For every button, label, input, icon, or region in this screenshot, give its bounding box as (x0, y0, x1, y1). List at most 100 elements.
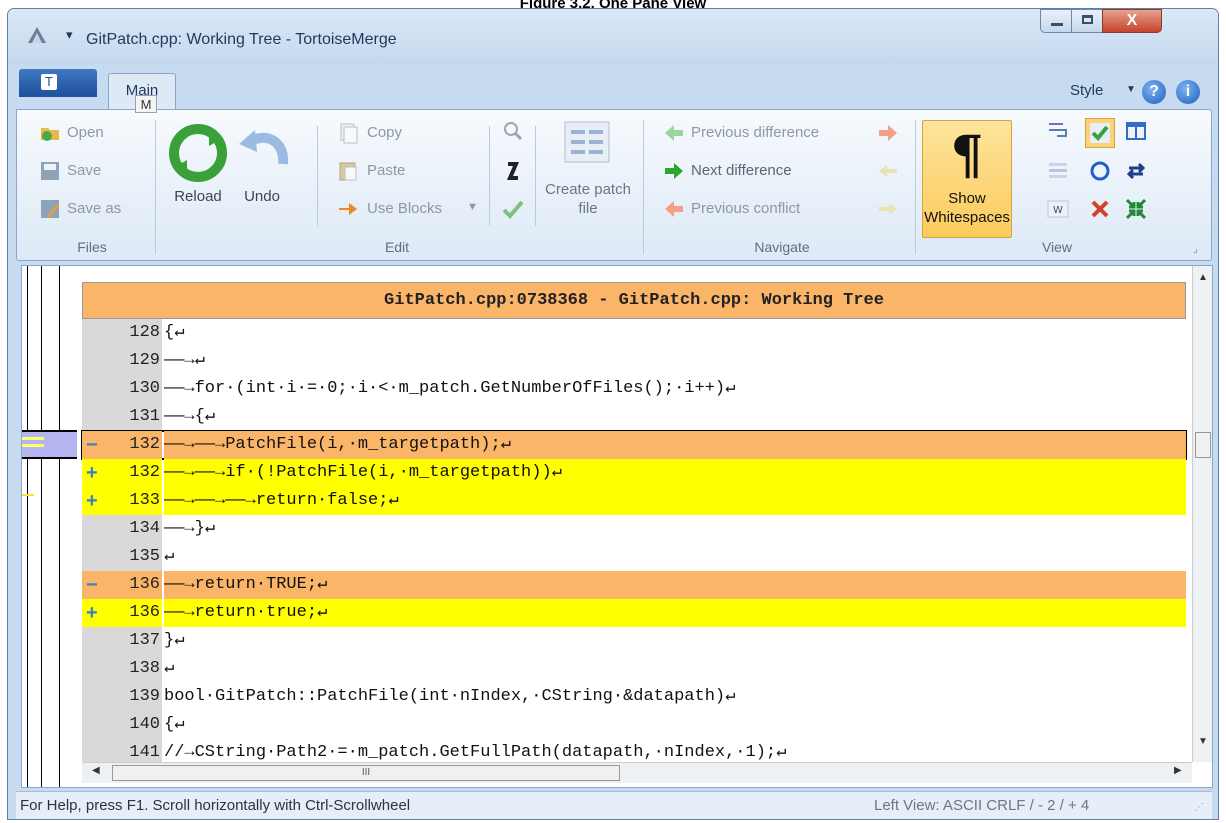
code-line[interactable]: 128 {↵ (82, 319, 1186, 347)
group-separator (915, 120, 916, 254)
horizontal-scrollbar[interactable]: ◀ III ▶ (82, 762, 1192, 783)
save-button[interactable]: Save (67, 162, 101, 179)
previous-difference-button[interactable]: Previous difference (691, 124, 819, 141)
line-text[interactable]: {↵ (164, 711, 1186, 739)
info-icon[interactable]: i (1176, 80, 1200, 104)
vertical-scrollbar[interactable]: ▲ ▼ (1192, 266, 1212, 762)
inline-diff-icon[interactable] (1047, 160, 1069, 182)
vertical-scroll-thumb[interactable] (1195, 432, 1211, 458)
mark-done-icon[interactable] (502, 198, 524, 220)
code-line[interactable]: 130 ——→for·(int·i·=·0;·i·<·m_patch.GetNum… (82, 375, 1186, 403)
line-text[interactable]: ↵ (164, 543, 1186, 571)
paste-button[interactable]: Paste (367, 162, 405, 179)
minimize-icon (1051, 23, 1063, 26)
use-blocks-button[interactable]: Use Blocks (367, 200, 442, 217)
locator-divider (27, 266, 28, 787)
help-icon[interactable]: ? (1142, 80, 1166, 104)
application-menu-button[interactable]: T (19, 69, 97, 97)
code-line[interactable]: 136 ——→return·true;↵ + (82, 599, 1186, 627)
line-number: 129 (129, 351, 160, 370)
line-text[interactable]: ——→{↵ (164, 403, 1186, 431)
files-group-label: Files (77, 239, 107, 255)
code-line[interactable]: 135 ↵ (82, 543, 1186, 571)
copy-icon (340, 123, 358, 144)
app-button-glyph: T (41, 74, 57, 90)
code-line[interactable]: 140 {↵ (82, 711, 1186, 739)
line-text[interactable]: ↵ (164, 655, 1186, 683)
code-line[interactable]: 131 ——→{↵ (82, 403, 1186, 431)
swap-views-icon[interactable] (1125, 160, 1147, 182)
line-text[interactable]: ——→↵ (164, 347, 1186, 375)
undo-button[interactable]: Undo (233, 188, 291, 205)
code-line[interactable]: 133 ——→——→——→return·false;↵ + (82, 487, 1186, 515)
app-icon[interactable] (24, 23, 50, 49)
next-inline-diff-icon[interactable] (877, 198, 899, 220)
code-line[interactable]: 134 ——→}↵ (82, 515, 1186, 543)
editor-pane[interactable]: GitPatch.cpp:0738368 - GitPatch.cpp: Wor… (21, 265, 1213, 788)
copy-button[interactable]: Copy (367, 124, 402, 141)
search-icon[interactable] (502, 120, 524, 142)
create-patch-icon[interactable] (563, 120, 611, 164)
line-text[interactable]: ——→return·true;↵ (164, 599, 1186, 627)
one-pane-view-icon[interactable] (1125, 120, 1147, 142)
line-text[interactable]: ——→return·TRUE;↵ (164, 571, 1186, 599)
horizontal-scroll-thumb[interactable]: III (112, 765, 620, 781)
open-button[interactable]: Open (67, 124, 104, 141)
line-number: 131 (129, 407, 160, 426)
line-text[interactable]: bool·GitPatch::PatchFile(int·nIndex,·CSt… (164, 683, 1186, 711)
line-number: 134 (129, 519, 160, 538)
reload-button[interactable]: Reload (165, 188, 231, 205)
ribbon-panel: Open Save Save as Files Reload Undo Copy… (16, 109, 1212, 261)
wrap-lines-icon[interactable] (1047, 120, 1069, 142)
close-button[interactable]: X (1102, 9, 1162, 33)
previous-conflict-button[interactable]: Previous conflict (691, 200, 800, 217)
checkmark-toggle-button[interactable] (1085, 118, 1115, 148)
next-difference-button[interactable]: Next difference (691, 162, 792, 179)
reload-icon[interactable] (169, 124, 227, 182)
open-folder-icon (41, 128, 59, 141)
previous-conflict-arrow-icon (665, 201, 683, 217)
diff-locator-bar[interactable] (22, 266, 77, 787)
circle-icon[interactable] (1089, 160, 1111, 182)
dialog-launcher-icon[interactable]: ⌟ (1193, 244, 1198, 255)
scroll-up-icon[interactable]: ▲ (1193, 272, 1212, 283)
pane-header: GitPatch.cpp:0738368 - GitPatch.cpp: Wor… (82, 282, 1186, 319)
create-patch-button[interactable]: Create patch file (545, 180, 631, 218)
minimize-button[interactable] (1040, 9, 1072, 33)
scroll-down-icon[interactable]: ▼ (1193, 736, 1212, 747)
goto-line-icon[interactable] (502, 160, 524, 182)
line-number: 135 (129, 547, 160, 566)
resize-grip-icon[interactable]: ⋰ (1194, 802, 1204, 813)
line-text[interactable]: ——→——→if·(!PatchFile(i,·m_targetpath))↵ (164, 459, 1186, 487)
style-dropdown-icon[interactable]: ▼ (1126, 84, 1136, 95)
scroll-left-icon[interactable]: ◀ (92, 765, 100, 776)
quick-access-dropdown-icon[interactable]: ▾ (66, 27, 73, 43)
scroll-right-icon[interactable]: ▶ (1174, 765, 1182, 776)
line-text[interactable]: ——→——→——→return·false;↵ (164, 487, 1186, 515)
use-blocks-dropdown-icon[interactable]: ▼ (467, 201, 478, 213)
code-line[interactable]: 132 ——→——→PatchFile(i,·m_targetpath);↵ − (81, 430, 1187, 460)
line-text[interactable]: {↵ (164, 319, 1186, 347)
code-line[interactable]: 139 bool·GitPatch::PatchFile(int·nIndex,·… (82, 683, 1186, 711)
check-icon (1090, 123, 1110, 143)
prev-inline-diff-icon[interactable] (877, 160, 899, 182)
show-whitespaces-button[interactable]: ¶ Show Whitespaces (922, 120, 1012, 238)
line-text[interactable]: ——→——→PatchFile(i,·m_targetpath);↵ (164, 431, 1186, 459)
line-text[interactable]: ——→}↵ (164, 515, 1186, 543)
line-text[interactable]: }↵ (164, 627, 1186, 655)
red-x-icon[interactable] (1089, 198, 1111, 220)
maximize-button[interactable] (1071, 9, 1103, 33)
next-conflict-arrow-icon[interactable] (877, 122, 899, 144)
save-as-button[interactable]: Save as (67, 200, 121, 217)
style-menu[interactable]: Style (1070, 82, 1103, 99)
code-line[interactable]: 136 ——→return·TRUE;↵ − (82, 571, 1186, 599)
whitespace-word-icon[interactable]: W (1047, 198, 1069, 220)
line-text[interactable]: ——→for·(int·i·=·0;·i·<·m_patch.GetNumber… (164, 375, 1186, 403)
undo-icon[interactable] (235, 124, 289, 178)
collapse-icon[interactable] (1125, 198, 1147, 220)
code-line[interactable]: 132 ——→——→if·(!PatchFile(i,·m_targetpath)… (82, 459, 1186, 487)
code-line[interactable]: 129 ——→↵ (82, 347, 1186, 375)
code-line[interactable]: 137}↵ (82, 627, 1186, 655)
code-line[interactable]: 138 ↵ (82, 655, 1186, 683)
previous-difference-arrow-icon (665, 125, 683, 141)
